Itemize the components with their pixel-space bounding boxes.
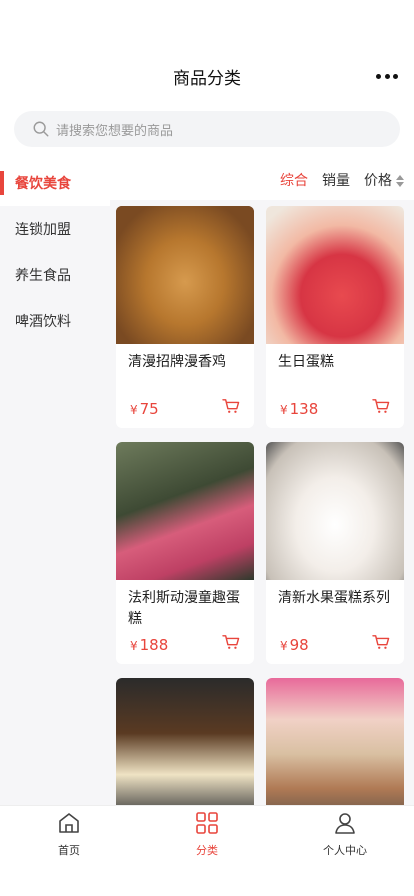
sort-bar: 综合 销量 价格 <box>110 160 414 200</box>
page-title: 商品分类 <box>173 69 241 89</box>
product-image <box>116 678 254 805</box>
product-image <box>266 206 404 344</box>
sidebar-item-label: 啤酒饮料 <box>15 314 71 330</box>
product-price: ¥75 <box>130 400 159 418</box>
tab-profile[interactable]: 个人中心 <box>276 806 414 896</box>
cart-icon[interactable] <box>372 634 390 650</box>
sidebar-item-franchise[interactable]: 连锁加盟 <box>0 206 110 252</box>
sidebar-item-label: 连锁加盟 <box>15 222 71 238</box>
currency-symbol: ¥ <box>130 403 138 417</box>
home-icon <box>59 813 79 833</box>
search-input[interactable]: 请搜索您想要的商品 <box>14 111 400 147</box>
sidebar-item-dining[interactable]: 餐饮美食 <box>0 160 110 206</box>
product-card[interactable] <box>266 678 404 805</box>
product-price: ¥138 <box>280 400 318 418</box>
product-image <box>266 442 404 580</box>
sort-price-label: 价格 <box>364 173 392 189</box>
sidebar-item-label: 养生食品 <box>15 268 71 284</box>
currency-symbol: ¥ <box>280 403 288 417</box>
product-name: 清新水果蛋糕系列 <box>278 590 390 606</box>
product-name: 清漫招牌漫香鸡 <box>128 354 226 370</box>
sidebar-item-label: 餐饮美食 <box>15 176 71 192</box>
price-value: 98 <box>289 636 309 654</box>
sort-price[interactable]: 价格 <box>364 170 404 190</box>
sort-comprehensive[interactable]: 综合 <box>280 170 308 190</box>
header: 商品分类 <box>0 0 414 100</box>
product-card[interactable]: 生日蛋糕 ¥138 <box>266 206 404 428</box>
product-name: 法利斯动漫童趣蛋糕 <box>128 590 240 627</box>
price-value: 75 <box>139 400 159 418</box>
price-value: 188 <box>139 636 169 654</box>
cart-icon[interactable] <box>372 398 390 414</box>
sort-sales[interactable]: 销量 <box>322 170 350 190</box>
product-card[interactable]: 清新水果蛋糕系列 ¥98 <box>266 442 404 664</box>
product-card[interactable] <box>116 678 254 805</box>
product-grid: 清漫招牌漫香鸡 ¥75 生日蛋糕 ¥138 法利斯动漫童趣蛋糕 ¥188 清新水… <box>110 200 414 805</box>
category-sidebar: 餐饮美食 连锁加盟 养生食品 啤酒饮料 <box>0 160 110 805</box>
search-placeholder: 请搜索您想要的商品 <box>56 123 174 139</box>
currency-symbol: ¥ <box>130 639 138 653</box>
product-name: 生日蛋糕 <box>278 354 334 370</box>
sidebar-item-health-food[interactable]: 养生食品 <box>0 252 110 298</box>
cart-icon[interactable] <box>222 398 240 414</box>
cart-icon[interactable] <box>222 634 240 650</box>
product-image <box>116 442 254 580</box>
tab-category-label: 分类 <box>196 844 218 857</box>
bottom-tab-bar: 首页 分类 个人中心 <box>0 805 414 896</box>
product-image <box>116 206 254 344</box>
tab-category[interactable]: 分类 <box>138 806 276 896</box>
currency-symbol: ¥ <box>280 639 288 653</box>
tab-home[interactable]: 首页 <box>0 806 138 896</box>
product-card[interactable]: 法利斯动漫童趣蛋糕 ¥188 <box>116 442 254 664</box>
product-image <box>266 678 404 805</box>
more-options-icon[interactable] <box>376 74 398 80</box>
price-value: 138 <box>289 400 319 418</box>
tab-profile-label: 个人中心 <box>323 844 367 857</box>
product-price: ¥98 <box>280 636 309 654</box>
user-icon <box>335 813 355 834</box>
sort-arrows-icon <box>396 175 404 187</box>
search-icon <box>33 121 49 137</box>
product-card[interactable]: 清漫招牌漫香鸡 ¥75 <box>116 206 254 428</box>
sidebar-item-beverages[interactable]: 啤酒饮料 <box>0 298 110 344</box>
product-price: ¥188 <box>130 636 168 654</box>
tab-home-label: 首页 <box>58 844 80 857</box>
category-grid-icon <box>196 812 218 834</box>
